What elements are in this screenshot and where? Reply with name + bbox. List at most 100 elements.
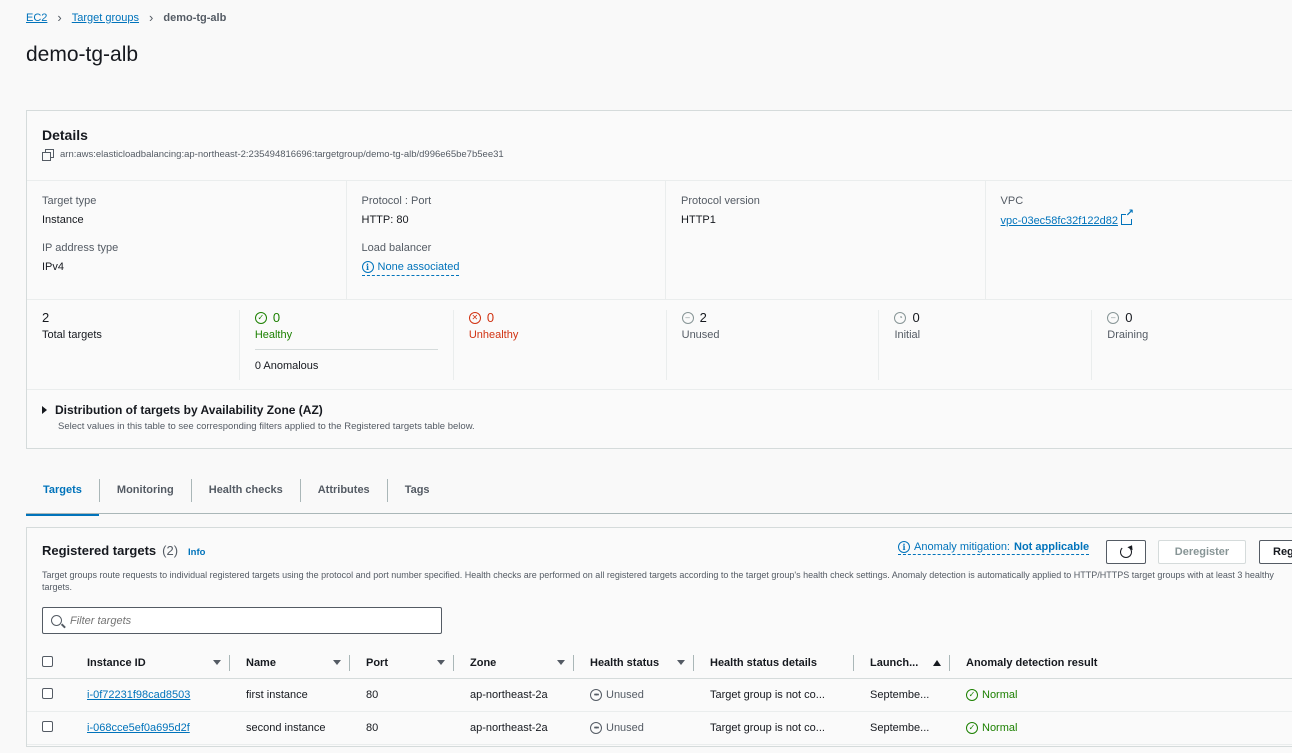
count-draining[interactable]: –0 Draining [1092,310,1292,380]
tab-tags[interactable]: Tags [388,479,447,502]
breadcrumb-target-groups-link[interactable]: Target groups [72,12,139,24]
tab-bar: Targets Monitoring Health checks Attribu… [26,467,1292,516]
instance-id-link[interactable]: i-0f72231f98cad8503 [87,689,190,701]
info-link[interactable]: Info [188,547,205,558]
col-port[interactable]: Port [350,654,454,671]
count-unused[interactable]: –2 Unused [667,310,880,380]
copy-icon[interactable] [42,149,54,161]
anomaly-mitigation-value: Not applicable [1014,541,1090,553]
unused-count: 2 [699,310,707,325]
sort-icon [213,660,221,666]
load-balancer-label: Load balancer [361,242,432,254]
anomalous-count: 0 Anomalous [254,349,438,372]
tab-health-checks[interactable]: Health checks [192,478,301,502]
tab-attributes[interactable]: Attributes [301,478,388,502]
filter-targets-input[interactable] [70,614,410,627]
instance-id-link[interactable]: i-068cce5ef0a695d2f [87,722,190,734]
details-attributes: Target type Instance IP address type IPv… [27,181,1292,300]
details-panel: Details arn:aws:elasticloadbalancing:ap-… [26,110,1292,449]
filter-box [42,607,442,634]
initial-label: Initial [894,329,921,341]
minus-circle-icon: – [1107,311,1120,324]
row-checkbox[interactable] [42,720,53,732]
unhealthy-label: Unhealthy [468,329,519,341]
count-initial[interactable]: ◔ 0 Initial [879,310,1093,380]
count-total: 2 Total targets [27,310,240,380]
register-targets-button[interactable]: Register targets [1259,540,1292,564]
anomaly-mitigation-label: Anomaly mitigation: [914,541,1010,553]
breadcrumb-current: demo-tg-alb [163,11,227,24]
table-row[interactable]: i-068cce5ef0a695d2f second instance 80 a… [27,711,1292,745]
ip-type-label: IP address type [42,242,119,254]
col-launch[interactable]: Launch... [854,654,950,671]
row-checkbox[interactable] [42,687,53,699]
count-unhealthy[interactable]: ✕ 0 Unhealthy [454,310,667,380]
vpc-link[interactable]: vpc-03ec58fc32f122d82 [1001,215,1118,227]
count-healthy[interactable]: ✓ 0 Healthy 0 Anomalous [240,310,454,380]
details-col-2: Protocol : Port HTTP: 80 Load balancer i… [347,181,667,299]
az-distribution-toggle[interactable]: Distribution of targets by Availability … [42,403,1290,417]
dots-circle-icon: ••• [590,689,602,702]
col-health-details[interactable]: Health status details [694,654,854,671]
tab-monitoring[interactable]: Monitoring [100,478,192,502]
select-all-checkbox[interactable] [42,655,53,667]
col-health-status[interactable]: Health status [574,654,694,671]
health-status: ••• Unused [590,689,644,702]
registered-targets-panel: Registered targets (2) Info i Anomaly mi… [26,527,1292,747]
table-row[interactable]: i-0f72231f98cad8503 first instance 80 ap… [27,678,1292,712]
protocol-port-value: HTTP: 80 [361,214,409,226]
tab-targets[interactable]: Targets [26,478,100,516]
sort-icon [333,660,341,666]
target-counts: 2 Total targets ✓ 0 Healthy 0 Anomalous ✕… [27,300,1292,390]
col-zone[interactable]: Zone [454,654,574,671]
instance-name: first instance [246,688,308,701]
instance-name: second instance [246,721,326,734]
load-balancer-value: None associated [377,261,460,273]
search-icon [51,615,62,626]
load-balancer-link[interactable]: i None associated [361,261,460,276]
health-details: Target group is not co... [710,721,825,734]
draining-label: Draining [1107,329,1149,341]
sort-asc-icon [933,659,941,666]
instance-zone: ap-northeast-2a [470,721,548,734]
breadcrumb: EC2 › Target groups › demo-tg-alb [26,10,226,25]
launch-time: Septembe... [870,688,930,701]
chevron-right-icon: › [149,10,154,25]
unhealthy-count: 0 [486,310,495,325]
total-label: Total targets [42,329,102,341]
external-link-icon[interactable] [1120,209,1134,225]
instance-port: 80 [366,721,379,734]
details-header: Details arn:aws:elasticloadbalancing:ap-… [27,111,1292,181]
instance-zone: ap-northeast-2a [470,688,548,701]
registered-description: Target groups route requests to individu… [42,570,1274,592]
targets-table: Instance ID Name Port Zone Health status… [27,648,1292,745]
details-col-1: Target type Instance IP address type IPv… [27,181,347,299]
col-instance-id[interactable]: Instance ID [71,654,230,671]
deregister-button[interactable]: Deregister [1158,540,1246,564]
breadcrumb-ec2-link[interactable]: EC2 [26,12,47,24]
az-distribution: Distribution of targets by Availability … [27,390,1292,445]
health-details: Target group is not co... [710,688,825,701]
check-circle-icon: ✓ [966,689,978,701]
anomaly-result: ✓ Normal [966,722,1017,734]
sort-icon [557,660,565,666]
col-anomaly[interactable]: Anomaly detection result [950,655,1292,671]
refresh-button[interactable] [1106,540,1146,564]
vpc-label: VPC [1000,195,1024,207]
table-header-row: Instance ID Name Port Zone Health status… [27,648,1292,679]
details-col-3: Protocol version HTTP1 [666,181,986,299]
registered-title: Registered targets [42,543,157,558]
registered-count: (2) [162,543,179,558]
col-name[interactable]: Name [230,654,350,671]
anomaly-result: ✓ Normal [966,689,1017,701]
sort-icon [437,660,445,666]
arn-row: arn:aws:elasticloadbalancing:ap-northeas… [42,149,1290,161]
sort-icon [677,660,685,666]
details-heading: Details [42,127,88,143]
healthy-label: Healthy [254,329,293,341]
check-circle-icon: ✓ [966,722,978,734]
protocol-port-label: Protocol : Port [361,195,432,207]
target-type-label: Target type [42,195,97,207]
check-circle-icon: ✓ [254,311,267,324]
anomaly-mitigation-link[interactable]: i Anomaly mitigation: Not applicable [898,541,1090,555]
